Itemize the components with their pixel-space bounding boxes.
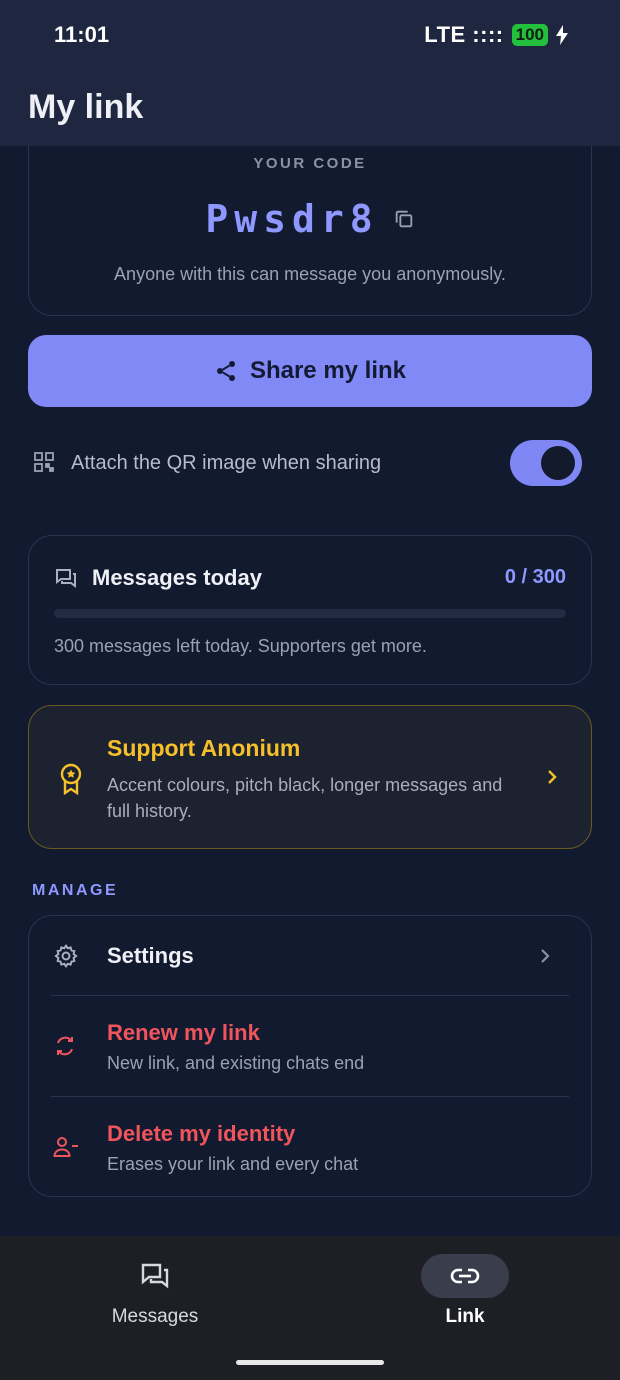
code-hint: Anyone with this can message you anonymo… — [114, 264, 506, 284]
home-indicator — [236, 1360, 384, 1365]
share-icon — [214, 359, 238, 383]
refresh-icon — [53, 1034, 77, 1058]
chevron-right-icon — [539, 947, 551, 965]
status-indicators: LTE :::: 100 — [424, 22, 568, 48]
award-badge-icon — [58, 763, 84, 795]
messages-today-note: 300 messages left today. Supporters get … — [54, 636, 427, 656]
copy-icon[interactable] — [393, 208, 415, 230]
remove-user-icon — [53, 1135, 79, 1159]
qr-attach-row[interactable]: Attach the QR image when sharing — [34, 440, 582, 486]
delete-identity-title: Delete my identity — [107, 1121, 296, 1146]
renew-link-subtitle: New link, and existing chats end — [107, 1053, 365, 1073]
qr-attach-label: Attach the QR image when sharing — [71, 452, 382, 474]
battery-indicator: 100 — [511, 24, 548, 46]
toggle-knob — [541, 446, 575, 480]
delete-identity-row[interactable]: Delete my identity Erases your link and … — [29, 1097, 591, 1197]
delete-identity-subtitle: Erases your link and every chat — [107, 1154, 359, 1174]
manage-card: Settings Renew my link New link, and exi… — [28, 915, 592, 1197]
link-icon — [450, 1267, 480, 1285]
manage-section-label: MANAGE — [32, 882, 119, 899]
qr-code-icon — [34, 452, 54, 472]
bottom-nav: Messages Link — [0, 1236, 620, 1380]
nav-messages-label: Messages — [111, 1306, 199, 1327]
charging-icon — [556, 25, 568, 45]
support-title: Support Anonium — [107, 735, 301, 761]
top-bar: 11:01 LTE :::: 100 My link — [0, 0, 620, 146]
nav-messages-pill — [111, 1254, 199, 1298]
renew-link-row[interactable]: Renew my link New link, and existing cha… — [29, 996, 591, 1096]
qr-attach-toggle[interactable] — [510, 440, 582, 486]
messages-today-card: Messages today 0 / 300 300 messages left… — [28, 535, 592, 685]
messages-progress-bar — [54, 609, 566, 618]
chevron-right-icon — [545, 768, 559, 786]
network-indicator: LTE :::: — [424, 22, 504, 47]
status-time: 11:01 — [54, 22, 110, 47]
renew-link-title: Renew my link — [107, 1020, 260, 1045]
settings-title: Settings — [107, 943, 194, 968]
nav-link-pill — [421, 1254, 509, 1298]
support-description: Accent colours, pitch black, longer mess… — [107, 775, 503, 821]
code-label: YOUR CODE — [253, 155, 367, 172]
nav-messages[interactable]: Messages — [75, 1236, 235, 1346]
messages-today-count: 0 / 300 — [504, 566, 566, 588]
share-link-button[interactable]: Share my link — [28, 335, 592, 407]
page-title: My link — [28, 88, 144, 126]
messages-today-title: Messages today — [92, 565, 262, 590]
nav-link[interactable]: Link — [385, 1236, 545, 1346]
code-value[interactable]: Pwsdr8 — [205, 197, 378, 241]
gear-icon — [53, 943, 79, 969]
code-row: Pwsdr8 — [29, 197, 591, 241]
share-button-label: Share my link — [249, 357, 407, 384]
support-card[interactable]: Support Anonium Accent colours, pitch bl… — [28, 705, 592, 849]
settings-row[interactable]: Settings — [29, 916, 591, 996]
chat-bubbles-icon — [140, 1262, 170, 1290]
chat-bubbles-icon — [54, 566, 78, 590]
nav-link-label: Link — [445, 1306, 485, 1327]
